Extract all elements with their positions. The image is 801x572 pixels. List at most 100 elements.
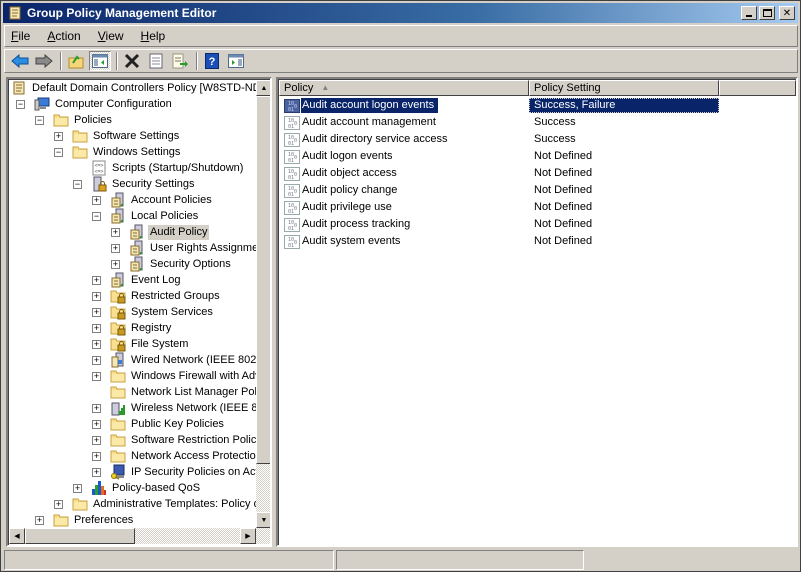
expand-icon[interactable]: + [111,259,120,269]
expand-icon[interactable]: + [92,419,101,429]
up-one-level-button[interactable] [65,51,87,71]
tree-item[interactable]: − Computer Configuration [16,96,174,112]
tree-item[interactable]: + Software Settings [54,128,181,144]
folder-icon [110,368,126,384]
policy-row[interactable]: 10 01 0 Audit process tracking Not Defined [279,216,719,233]
tree-item[interactable]: + Wired Network (IEEE 802.3 [92,352,256,368]
column-header-filler [719,80,796,96]
tree-item[interactable]: + Security Options [111,256,233,272]
policy-row[interactable]: 10 01 0 Audit policy change Not Defined [279,182,719,199]
expand-icon[interactable]: + [92,339,101,349]
policy-row[interactable]: 10 01 0 Audit account management Success [279,114,719,131]
menu-file[interactable]: File [11,29,30,43]
policy-row[interactable]: 10 01 0 Audit logon events Not Defined [279,148,719,165]
policy-name: Audit account logon events [301,98,439,113]
policy-scroll-icon [11,80,27,96]
tree-item[interactable]: + Audit Policy [111,224,210,240]
tree-item[interactable]: + Windows Firewall with Adva [92,368,256,384]
scroll-down-button[interactable]: ▼ [256,512,270,528]
tree-item[interactable]: + Policy-based QoS [73,480,202,496]
tree-item[interactable]: Default Domain Controllers Policy [W8STD… [11,80,256,96]
folder-up-icon [68,55,84,69]
tree-item[interactable]: + Public Key Policies [92,416,226,432]
expand-icon[interactable]: + [92,355,101,365]
vertical-scroll-thumb[interactable] [256,96,270,464]
tree-vertical-scrollbar[interactable]: ▲ ▼ [256,80,270,528]
column-header-policy-setting[interactable]: Policy Setting [529,80,719,96]
title-bar[interactable]: Group Policy Management Editor ✕ [3,3,798,23]
collapse-icon[interactable]: − [92,211,101,221]
collapse-icon[interactable]: − [54,147,63,157]
tree-item[interactable]: + Event Log [92,272,183,288]
tree-horizontal-scrollbar[interactable]: ◀ ▶ [9,528,270,544]
tree-item[interactable]: + Account Policies [92,192,214,208]
tree-item[interactable]: + Administrative Templates: Policy de [54,496,256,512]
expand-icon[interactable]: + [92,195,101,205]
collapse-icon[interactable]: − [73,179,82,189]
collapse-icon[interactable]: − [16,99,25,109]
expand-icon[interactable]: + [54,499,63,509]
show-hide-console-tree-button[interactable] [89,51,111,71]
back-button[interactable] [9,51,31,71]
expand-icon[interactable]: + [92,291,101,301]
scroll-up-button[interactable]: ▲ [256,80,270,96]
horizontal-scroll-thumb[interactable] [25,528,135,544]
tree-item[interactable]: + File System [92,336,190,352]
tree-item[interactable]: <=> <=> Scripts (Startup/Shutdown) [73,160,245,176]
tree-item[interactable]: + Restricted Groups [92,288,222,304]
menu-help[interactable]: Help [141,29,166,43]
tree-item[interactable]: Network List Manager Polic [92,384,256,400]
tree-item[interactable]: + Preferences [35,512,135,528]
policy-row[interactable]: 10 01 0 Audit system events Not Defined [279,233,719,250]
tree-item[interactable]: + IP Security Policies on Activ [92,464,256,480]
maximize-icon [762,9,772,17]
tree-item[interactable]: + Network Access Protection [92,448,256,464]
properties-button[interactable] [145,51,167,71]
policy-row[interactable]: 10 01 0 Audit privilege use Not Defined [279,199,719,216]
tree-item[interactable]: − Windows Settings [54,144,182,160]
policy-row[interactable]: 10 01 0 Audit account logon events Success, … [279,97,719,114]
tree-item[interactable]: − Policies [35,112,114,128]
tree-item[interactable]: + Registry [92,320,173,336]
policy-setting-value: Success [534,116,576,128]
expand-icon[interactable]: + [92,435,101,445]
menu-action[interactable]: Action [47,29,80,43]
tree-item[interactable]: + User Rights Assignmen [111,240,256,256]
tree-item-label: Computer Configuration [55,97,172,110]
expand-icon[interactable]: + [92,467,101,477]
expand-icon[interactable]: + [35,515,44,525]
expand-icon[interactable]: + [92,275,101,285]
policy-row[interactable]: 10 01 0 Audit directory service access Succe… [279,131,719,148]
menu-view[interactable]: View [98,29,124,43]
delete-button[interactable] [121,51,143,71]
tree-item[interactable]: − Security Settings [73,176,197,192]
tree-item[interactable]: + Wireless Network (IEEE 80: [92,400,256,416]
expand-icon[interactable]: + [111,243,120,253]
policy-row[interactable]: 10 01 0 Audit object access Not Defined [279,165,719,182]
expand-icon[interactable]: + [92,307,101,317]
close-button[interactable]: ✕ [779,6,795,20]
column-header-policy[interactable]: Policy ▲ [279,80,529,96]
tree-item[interactable]: + Software Restriction Policie [92,432,256,448]
forward-button[interactable] [33,51,55,71]
expand-icon[interactable]: + [92,323,101,333]
expand-icon[interactable]: + [73,483,82,493]
show-hide-action-pane-button[interactable] [225,51,247,71]
expand-icon[interactable]: + [54,131,63,141]
expand-icon[interactable]: + [92,451,101,461]
scroll-right-button[interactable]: ▶ [240,528,256,544]
expand-icon[interactable]: + [111,227,120,237]
expand-icon[interactable]: + [92,371,101,381]
policy-cell: 10 01 0 Audit logon events [279,149,529,164]
tree-item[interactable]: − Local Policies [92,208,200,224]
help-button[interactable]: ? [201,51,223,71]
expand-icon[interactable]: + [92,403,101,413]
policy-setting-value: Not Defined [534,167,593,179]
export-list-button[interactable] [169,51,191,71]
maximize-button[interactable] [759,6,775,20]
scroll-left-button[interactable]: ◀ [9,528,25,544]
tree-item[interactable]: + System Services [92,304,215,320]
minimize-button[interactable] [741,6,757,20]
policy-cell: 10 01 0 Audit privilege use [279,200,529,215]
collapse-icon[interactable]: − [35,115,44,125]
